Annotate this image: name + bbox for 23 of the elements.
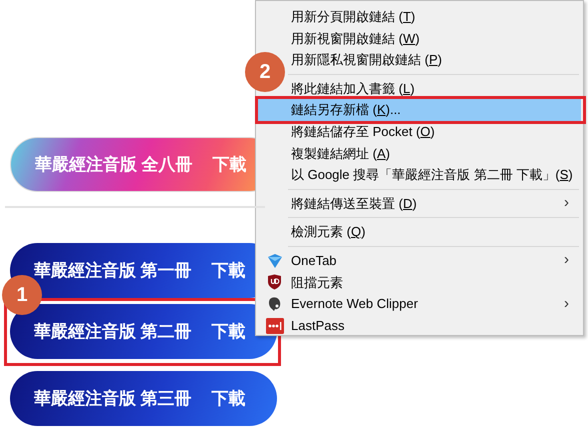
diamond-icon <box>266 252 282 269</box>
menu-item[interactable]: 用新分頁開啟鏈結 (T) <box>291 7 416 27</box>
menu-item[interactable]: 將此鏈結加入書籤 (L) <box>291 78 415 98</box>
step-badge: 2 <box>245 52 285 92</box>
menu-item[interactable]: 用新隱私視窗開啟鏈結 (P) <box>291 50 442 70</box>
download-button[interactable]: 華嚴經注音版 第二冊 下載 <box>10 304 277 359</box>
download-button[interactable]: 華嚴經注音版 第三冊 下載 <box>10 371 277 426</box>
elephant-icon <box>267 296 282 312</box>
submenu-arrow: › <box>564 193 569 214</box>
menu-item[interactable]: 檢測元素 (Q) <box>291 222 366 242</box>
submenu-arrow: › <box>564 250 569 270</box>
lastpass-icon <box>266 318 284 334</box>
menu-item[interactable]: 以 Google 搜尋「華嚴經注音版 第二冊 下載」(S) <box>291 165 573 185</box>
menu-item[interactable]: 阻擋元素 <box>291 272 343 292</box>
menu-item[interactable]: 將鏈結儲存至 Pocket (O) <box>291 122 435 142</box>
menu-item[interactable]: 複製鏈結網址 (A) <box>291 144 390 164</box>
shield-icon <box>267 274 282 290</box>
menu-item[interactable]: OneTab <box>291 250 337 270</box>
menu-item[interactable]: Evernote Web Clipper <box>291 294 418 314</box>
menu-item[interactable]: 將鏈結傳送至裝置 (D) <box>291 194 417 214</box>
submenu-arrow: › <box>564 294 569 314</box>
menu-item[interactable]: 用新視窗開啟鏈結 (W) <box>291 28 420 48</box>
menu-item[interactable]: LastPass <box>291 316 344 336</box>
